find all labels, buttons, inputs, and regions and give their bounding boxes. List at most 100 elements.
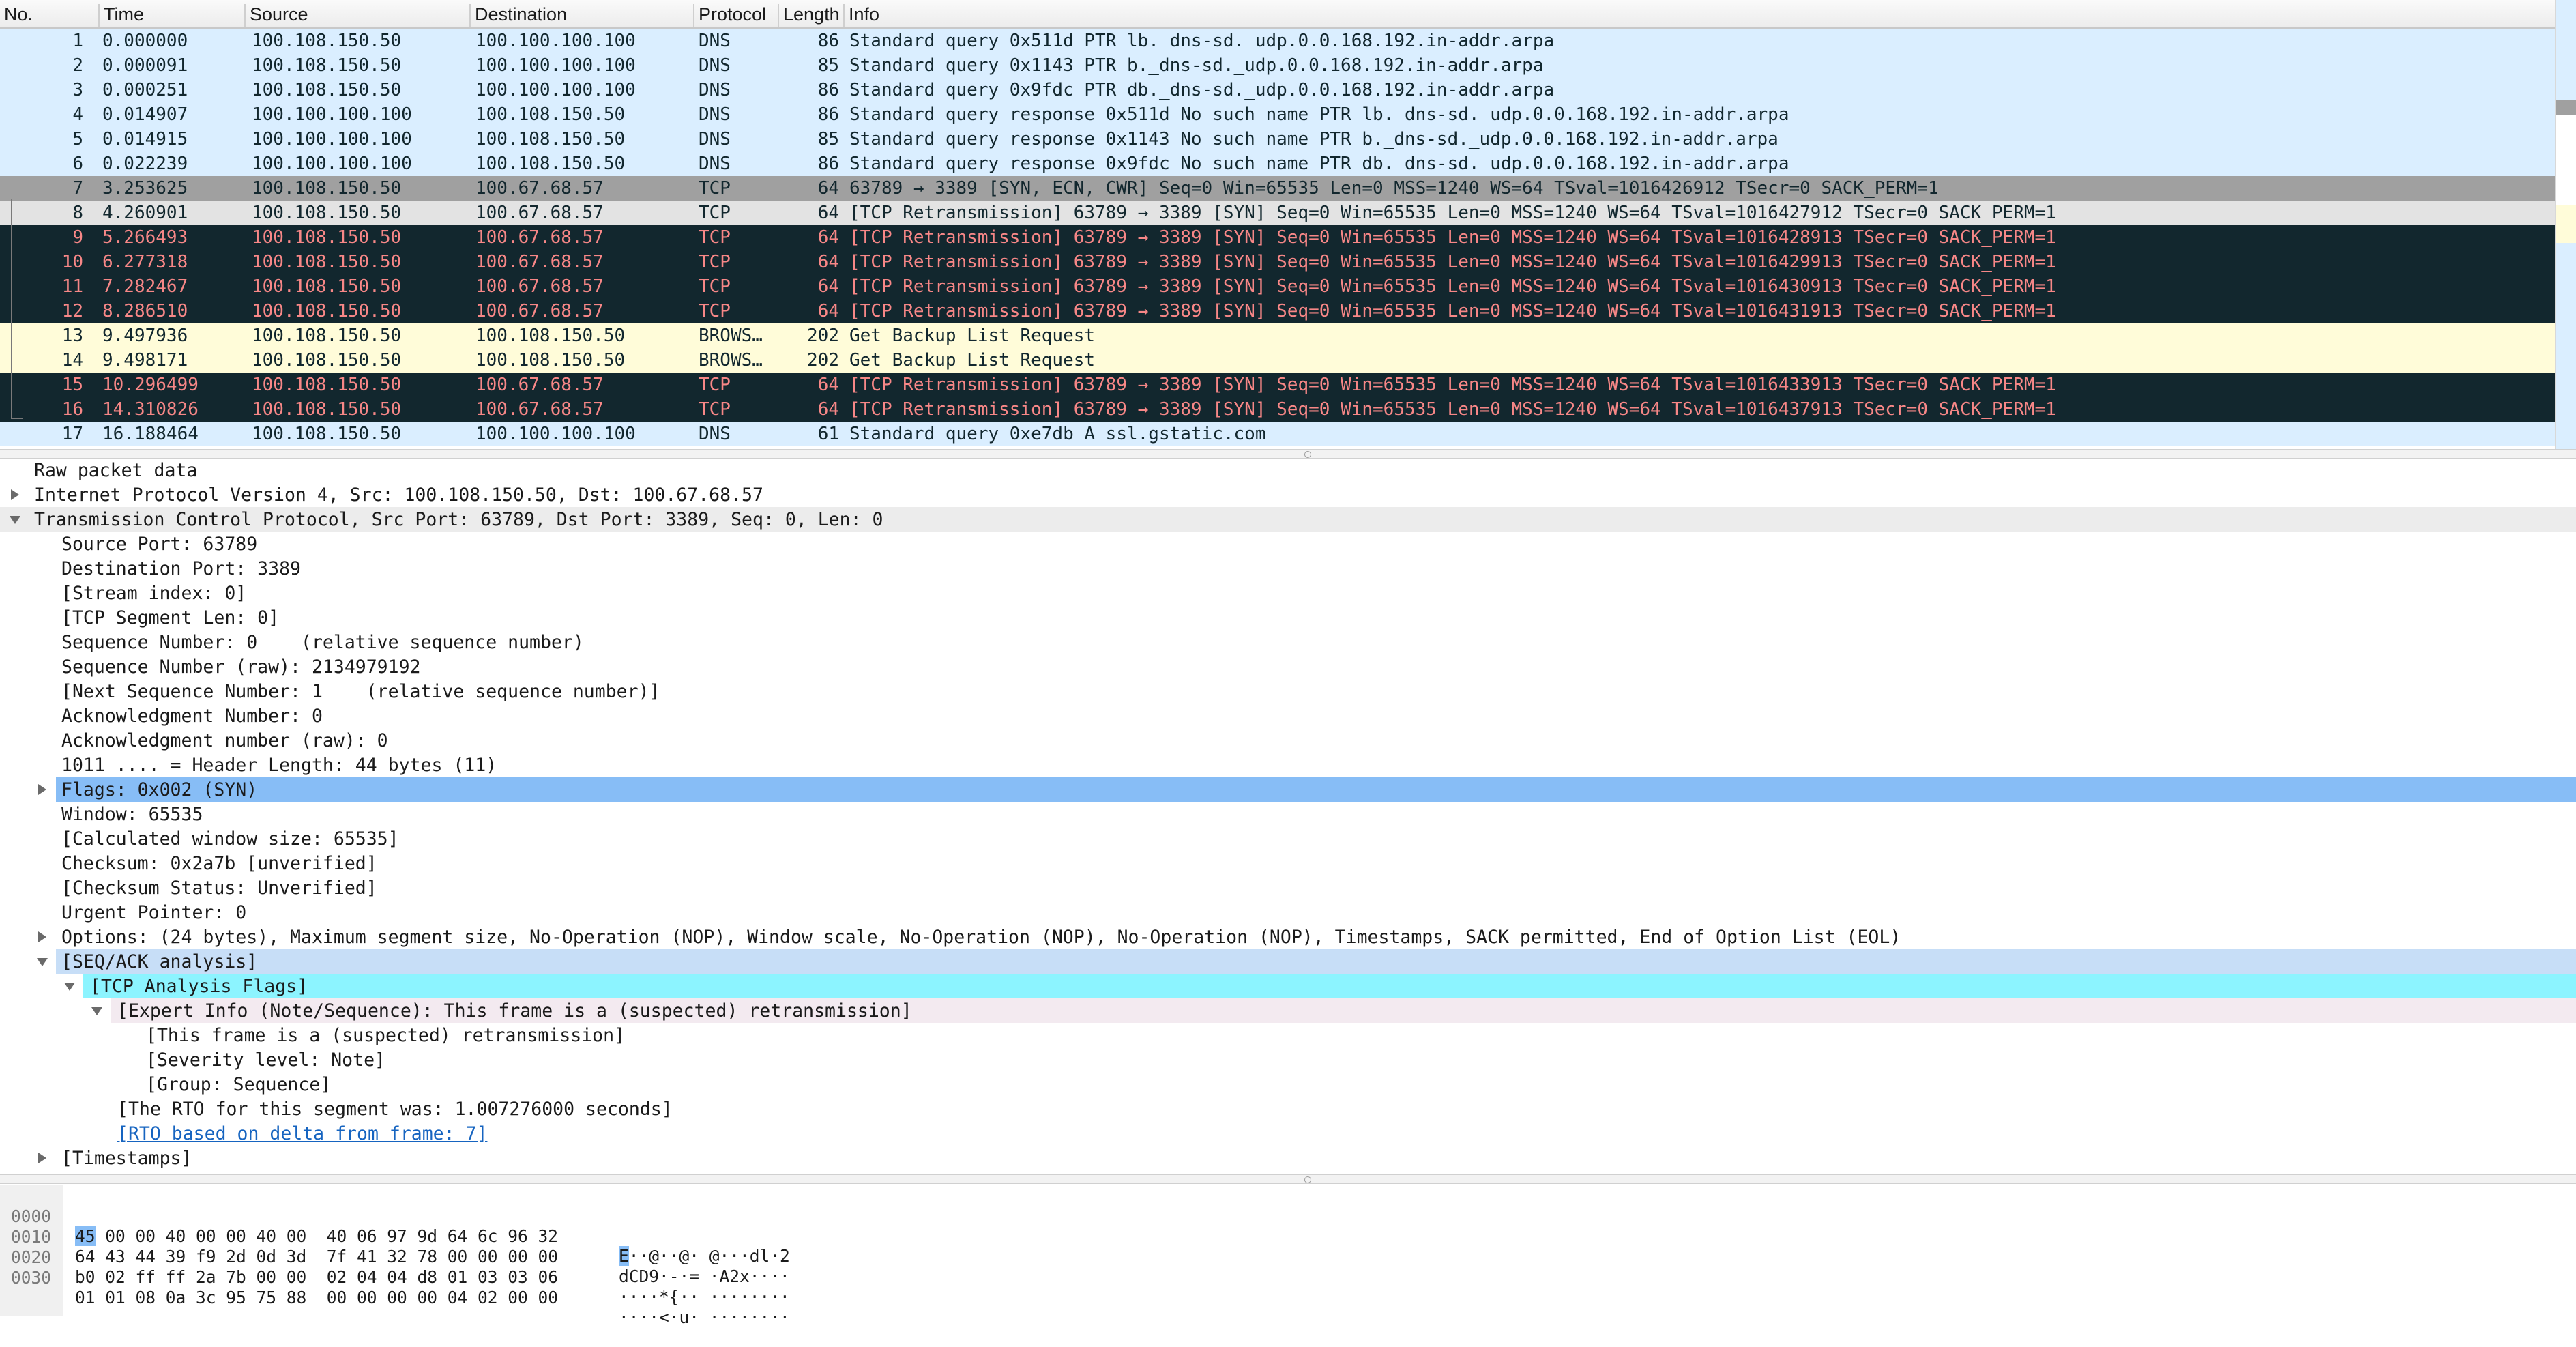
hex-values: 64 43 44 39 f9 2d 0d 3d 7f 41 32 78 00 0… — [75, 1247, 559, 1266]
bytes-row[interactable]: 0000 45 00 00 40 00 00 40 00 40 06 97 9d… — [0, 1187, 790, 1266]
column-header-no[interactable]: No. — [0, 4, 100, 27]
detail-ack-raw[interactable]: Acknowledgment number (raw): 0 — [0, 728, 2576, 753]
detail-tcp-analysis-flags[interactable]: [TCP Analysis Flags] — [0, 974, 2576, 998]
collapse-arrow-icon[interactable] — [10, 516, 20, 524]
bytes-ascii[interactable]: ····<·u· ········ — [619, 1307, 790, 1327]
packet-row[interactable]: 1 0.000000 100.108.150.50 100.100.100.100 DN… — [0, 29, 2555, 53]
detail-seq-number[interactable]: Sequence Number: 0 (relative sequence nu… — [0, 630, 2576, 654]
detail-segment-len[interactable]: [TCP Segment Len: 0] — [0, 605, 2576, 630]
packet-length: 202 — [807, 350, 839, 371]
packet-protocol: DNS — [699, 424, 731, 444]
packet-info: [TCP Retransmission] 63789 → 3389 [SYN] … — [849, 227, 2056, 248]
packet-time: 9.497936 — [102, 325, 188, 346]
expand-arrow-icon[interactable] — [11, 489, 19, 500]
packet-details-pane[interactable]: Raw packet data Internet Protocol Versio… — [0, 458, 2576, 1174]
packet-time: 4.260901 — [102, 203, 188, 223]
detail-header-length[interactable]: 1011 .... = Header Length: 44 bytes (11) — [0, 753, 2576, 777]
bytes-ascii[interactable]: dCD9·-·= ·A2x···· — [619, 1266, 790, 1286]
bytes-hex[interactable]: 01 01 08 0a 3c 95 75 88 00 00 00 00 04 0… — [75, 1288, 558, 1307]
packet-row-selected[interactable]: 8 4.260901 100.108.150.50 100.67.68.57 TCP 64… — [0, 201, 2555, 225]
column-header-source[interactable]: Source — [244, 4, 468, 27]
column-header-length[interactable]: Length — [778, 4, 849, 27]
column-header-protocol[interactable]: Protocol — [693, 4, 779, 27]
bytes-ascii[interactable]: E··@··@· @···dl·2 — [619, 1246, 790, 1266]
packet-row[interactable]: 13 9.497936 100.108.150.50 100.108.150.50 BR… — [0, 323, 2555, 348]
detail-seq-raw[interactable]: Sequence Number (raw): 2134979192 — [0, 654, 2576, 679]
detail-stream-index[interactable]: [Stream index: 0] — [0, 581, 2576, 605]
scrollbar-thumb[interactable] — [2556, 100, 2576, 115]
packet-row[interactable]: 11 7.282467 100.108.150.50 100.67.68.57 TCP 6… — [0, 274, 2555, 299]
packet-protocol: DNS — [699, 104, 731, 125]
expand-arrow-icon[interactable] — [38, 784, 46, 795]
collapse-arrow-icon[interactable] — [37, 958, 48, 966]
detail-timestamps[interactable]: [Timestamps] — [0, 1146, 2576, 1170]
detail-rto-frame-link[interactable]: [RTO based on delta from frame: 7] — [0, 1121, 2576, 1146]
packet-row[interactable]: 9 5.266493 100.108.150.50 100.67.68.57 TCP 64… — [0, 225, 2555, 250]
column-header-info[interactable]: Info — [843, 4, 1122, 27]
bytes-row[interactable]: 0020 b0 02 ff ff 2a 7b 00 00 02 04 04 d8… — [0, 1228, 790, 1307]
packet-row[interactable]: 6 0.022239 100.100.100.100 100.108.150.50 DN… — [0, 151, 2555, 176]
packet-time: 0.014915 — [102, 129, 188, 149]
bytes-hex[interactable]: 64 43 44 39 f9 2d 0d 3d 7f 41 32 78 00 0… — [75, 1247, 558, 1266]
detail-retransmission[interactable]: [This frame is a (suspected) retransmiss… — [0, 1023, 2576, 1047]
collapse-arrow-icon[interactable] — [64, 983, 75, 991]
packet-row[interactable]: 3 0.000251 100.108.150.50 100.100.100.100 DN… — [0, 78, 2555, 102]
detail-calc-window[interactable]: [Calculated window size: 65535] — [0, 826, 2576, 851]
detail-destination-port[interactable]: Destination Port: 3389 — [0, 556, 2576, 581]
packet-info: [TCP Retransmission] 63789 → 3389 [SYN] … — [849, 399, 2056, 420]
selected-byte[interactable]: 45 — [75, 1226, 96, 1246]
selected-char[interactable]: E — [619, 1246, 629, 1266]
packet-list-scrollbar[interactable] — [2555, 0, 2576, 449]
frame-link[interactable]: [RTO based on delta from frame: 7] — [117, 1123, 487, 1144]
packet-row[interactable]: 12 8.286510 100.108.150.50 100.67.68.57 TCP 6… — [0, 299, 2555, 323]
packet-time: 0.000091 — [102, 55, 188, 76]
pane-splitter-bottom[interactable] — [0, 1174, 2576, 1184]
detail-checksum[interactable]: Checksum: 0x2a7b [unverified] — [0, 851, 2576, 875]
detail-options[interactable]: Options: (24 bytes), Maximum segment siz… — [0, 925, 2576, 949]
packet-bytes-pane[interactable]: 0000 45 00 00 40 00 00 40 00 40 06 97 9d… — [0, 1185, 2576, 1327]
bytes-hex[interactable]: b0 02 ff ff 2a 7b 00 00 02 04 04 d8 01 0… — [75, 1267, 558, 1287]
bytes-ascii[interactable]: ····*{·· ········ — [619, 1287, 790, 1307]
packet-protocol: TCP — [699, 252, 731, 272]
packet-destination: 100.100.100.100 — [475, 424, 636, 444]
packet-row[interactable]: 15 10.296499 100.108.150.50 100.67.68.57 TCP… — [0, 373, 2555, 397]
detail-ack-number[interactable]: Acknowledgment Number: 0 — [0, 704, 2576, 728]
detail-text: [Checksum Status: Unverified] — [61, 878, 377, 899]
detail-next-seq[interactable]: [Next Sequence Number: 1 (relative seque… — [0, 679, 2576, 704]
bytes-row[interactable]: 0010 64 43 44 39 f9 2d 0d 3d 7f 41 32 78… — [0, 1207, 790, 1286]
packet-row[interactable]: 4 0.014907 100.100.100.100 100.108.150.50 DN… — [0, 102, 2555, 127]
bytes-row[interactable]: 0030 01 01 08 0a 3c 95 75 88 00 00 00 00… — [0, 1248, 790, 1327]
detail-tcp[interactable]: Transmission Control Protocol, Src Port:… — [0, 507, 2576, 532]
packet-list-header: No. Time Source Destination Protocol Len… — [0, 0, 2555, 29]
detail-ipv4[interactable]: Internet Protocol Version 4, Src: 100.10… — [0, 482, 2576, 507]
expand-arrow-icon[interactable] — [38, 1153, 46, 1163]
detail-checksum-status[interactable]: [Checksum Status: Unverified] — [0, 875, 2576, 900]
pane-splitter-top[interactable] — [0, 449, 2576, 459]
detail-source-port[interactable]: Source Port: 63789 — [0, 532, 2576, 556]
detail-rto[interactable]: [The RTO for this segment was: 1.0072760… — [0, 1097, 2576, 1121]
packet-length: 64 — [817, 203, 839, 223]
detail-expert-info[interactable]: [Expert Info (Note/Sequence): This frame… — [0, 998, 2576, 1023]
detail-seq-ack-analysis[interactable]: [SEQ/ACK analysis] — [0, 949, 2576, 974]
detail-raw-packet-data[interactable]: Raw packet data — [0, 458, 2576, 482]
packet-row[interactable]: 2 0.000091 100.108.150.50 100.100.100.100 DN… — [0, 53, 2555, 78]
packet-row[interactable]: 17 16.188464 100.108.150.50 100.100.100.100… — [0, 422, 2555, 446]
packet-row[interactable]: 7 3.253625 100.108.150.50 100.67.68.57 TCP 64… — [0, 176, 2555, 201]
packet-list-pane[interactable]: No. Time Source Destination Protocol Len… — [0, 0, 2576, 449]
detail-window[interactable]: Window: 65535 — [0, 802, 2576, 826]
detail-text: [TCP Segment Len: 0] — [61, 607, 280, 628]
column-header-destination[interactable]: Destination — [469, 4, 693, 27]
expand-arrow-icon[interactable] — [38, 931, 46, 942]
collapse-arrow-icon[interactable] — [91, 1007, 102, 1015]
column-header-time[interactable]: Time — [98, 4, 247, 27]
detail-urgent-pointer[interactable]: Urgent Pointer: 0 — [0, 900, 2576, 925]
detail-severity-level[interactable]: [Severity level: Note] — [0, 1047, 2576, 1072]
bytes-hex[interactable]: 45 00 00 40 00 00 40 00 40 06 97 9d 64 6… — [75, 1226, 558, 1246]
packet-row[interactable]: 10 6.277318 100.108.150.50 100.67.68.57 TCP 6… — [0, 250, 2555, 274]
packet-row[interactable]: 16 14.310826 100.108.150.50 100.67.68.57 TCP… — [0, 397, 2555, 422]
packet-row[interactable]: 5 0.014915 100.100.100.100 100.108.150.50 DN… — [0, 127, 2555, 151]
detail-group[interactable]: [Group: Sequence] — [0, 1072, 2576, 1097]
detail-flags[interactable]: Flags: 0x002 (SYN) — [0, 777, 2576, 802]
packet-row[interactable]: 14 9.498171 100.108.150.50 100.108.150.50 BR… — [0, 348, 2555, 373]
packet-source: 100.108.150.50 — [252, 31, 402, 51]
